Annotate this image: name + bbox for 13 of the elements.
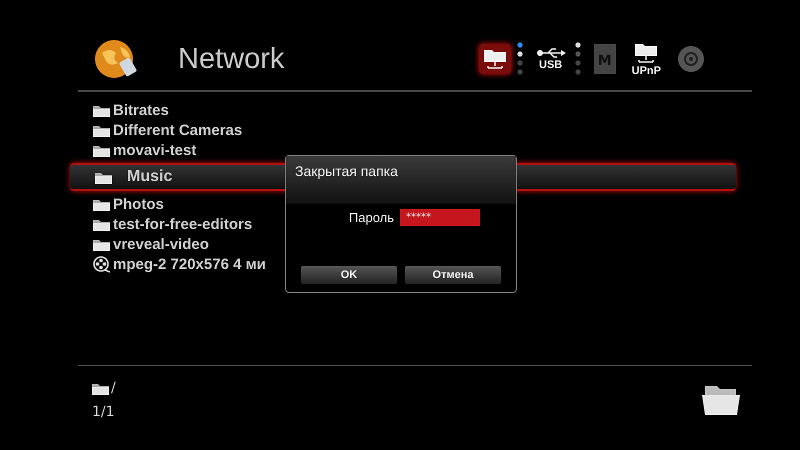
file-name: mpeg-2 720x576 4 ми bbox=[113, 256, 266, 272]
screen-title: Network bbox=[178, 42, 286, 76]
file-name: Bitrates bbox=[113, 102, 169, 118]
file-name: movavi-test bbox=[113, 142, 196, 158]
folder-path: / bbox=[111, 380, 116, 396]
page-counter: 1/1 bbox=[92, 404, 116, 420]
password-label: Пароль bbox=[348, 210, 394, 225]
file-name: Photos bbox=[113, 196, 164, 212]
file-name: vreveal-video bbox=[113, 236, 209, 252]
file-name: Different Cameras bbox=[113, 122, 242, 138]
file-name: test-for-free-editors bbox=[113, 216, 252, 232]
file-name: Music bbox=[127, 168, 172, 186]
dialog-title: Закрытая папка bbox=[286, 156, 516, 204]
